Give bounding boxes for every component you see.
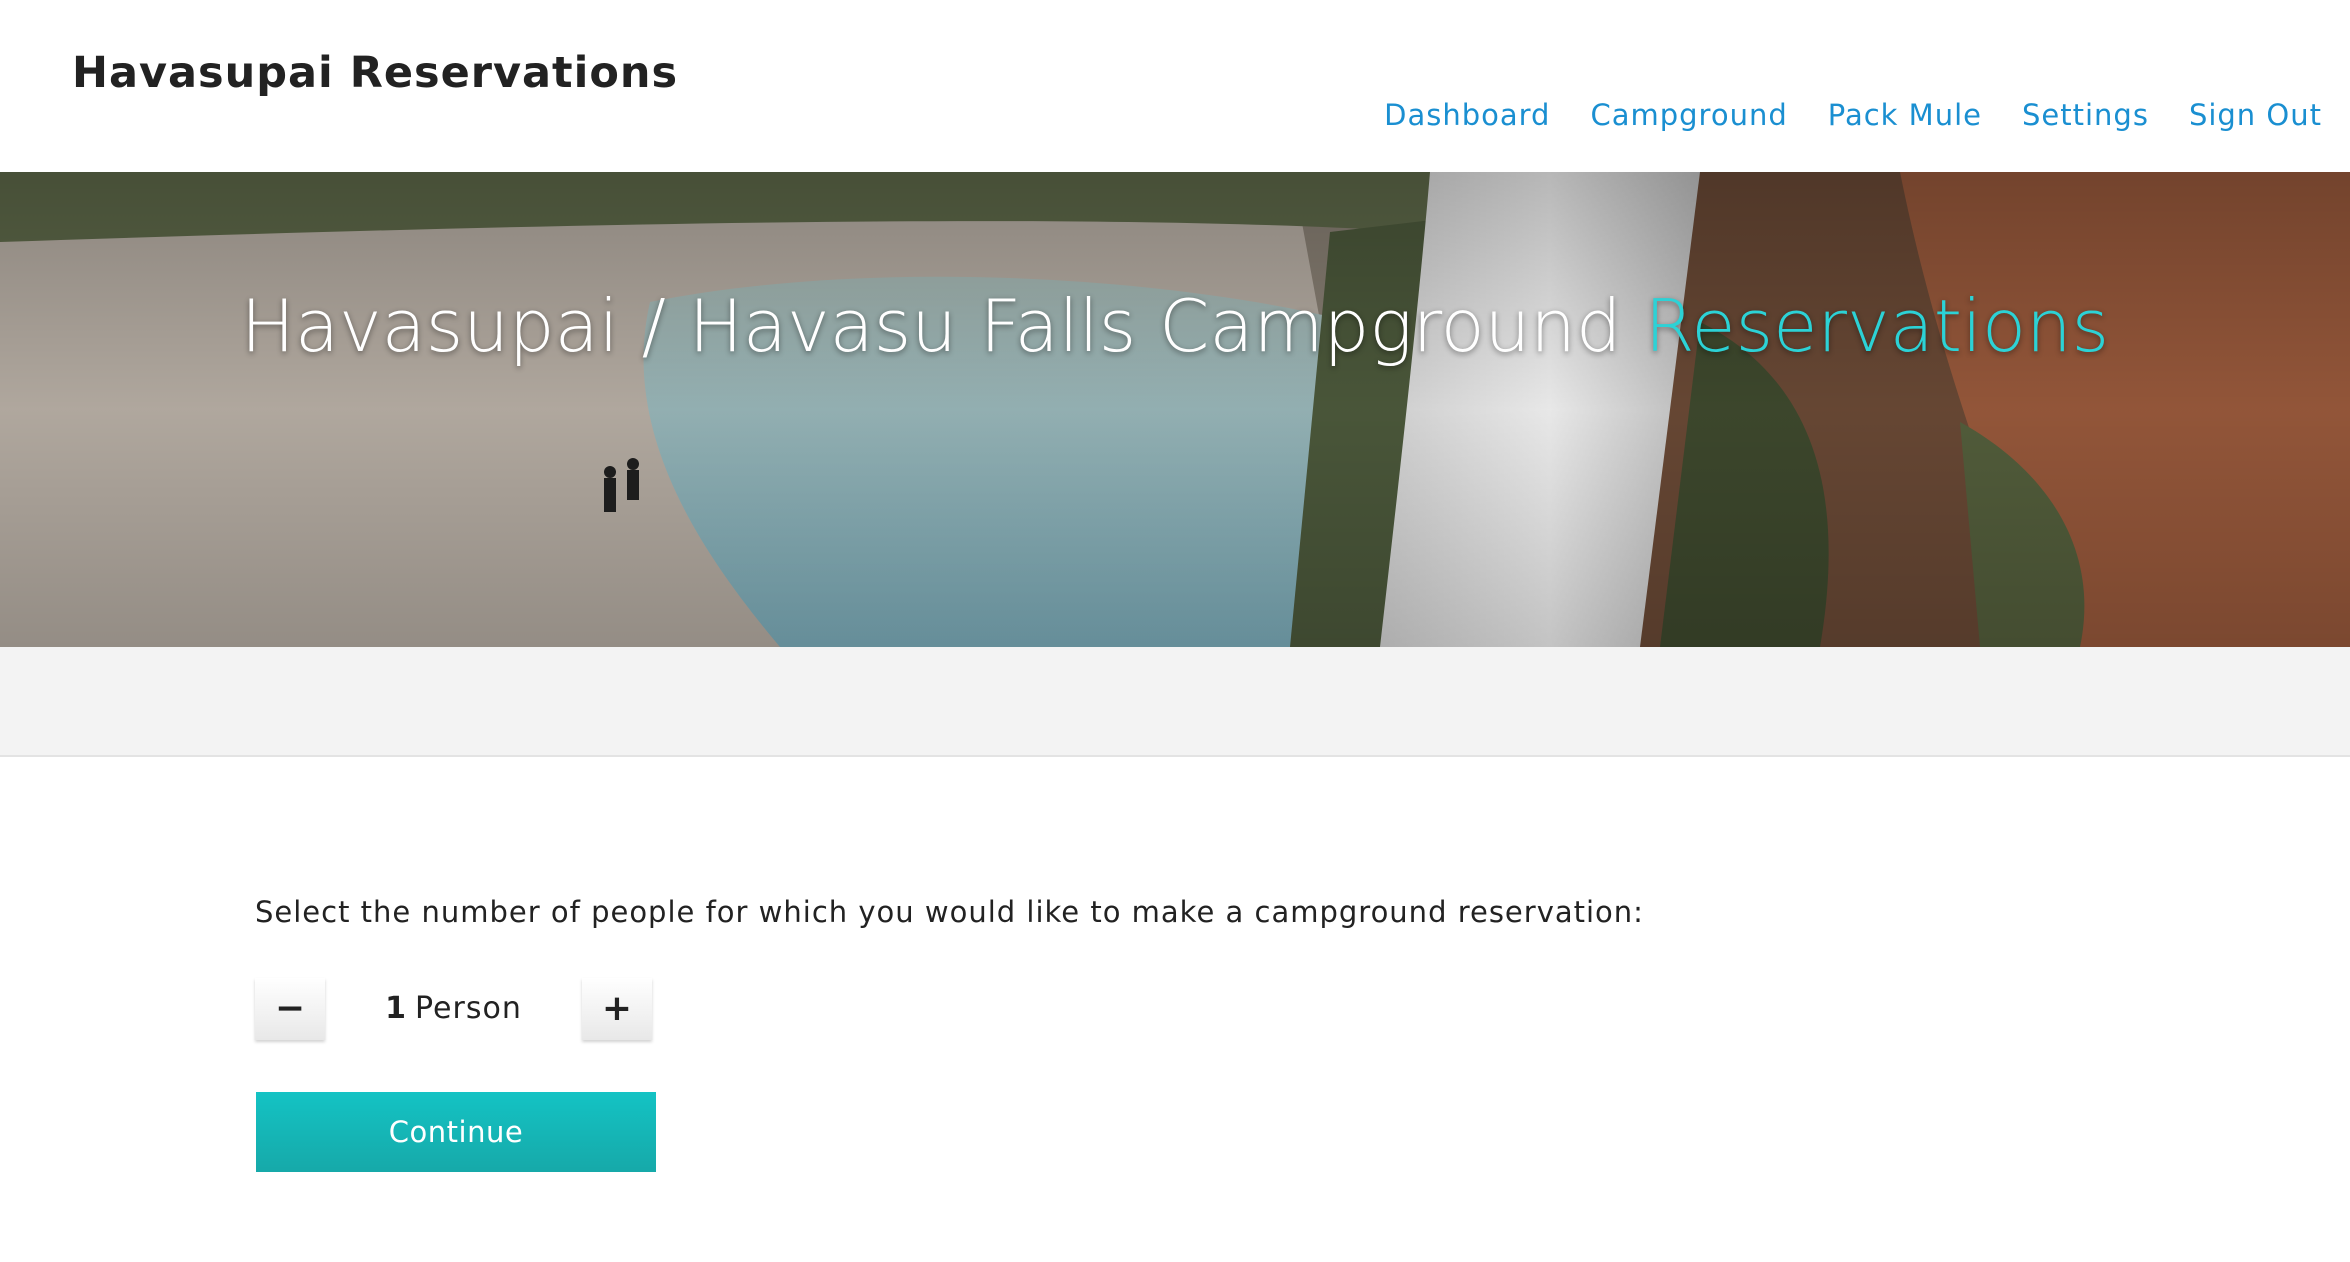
people-count-stepper: − 1 Person + [255, 978, 655, 1040]
hero-banner: Havasupai / Havasu Falls Campground Rese… [0, 172, 2350, 647]
reservation-form: Select the number of people for which yo… [255, 895, 1644, 1172]
nav-settings[interactable]: Settings [2022, 98, 2149, 132]
people-count-prompt: Select the number of people for which yo… [255, 895, 1644, 929]
hero-waterfall-image [0, 172, 2350, 647]
increment-people-button[interactable]: + [582, 978, 652, 1040]
plus-icon: + [601, 988, 633, 1029]
continue-button[interactable]: Continue [256, 1092, 656, 1172]
brand-title[interactable]: Havasupai Reservations [72, 48, 678, 98]
decrement-people-button[interactable]: − [255, 978, 325, 1040]
gray-band-divider [0, 647, 2350, 757]
site-header: Havasupai Reservations Dashboard Campgro… [0, 0, 2350, 172]
people-count-unit: Person [415, 991, 522, 1026]
people-count-value: 1 [385, 991, 408, 1026]
nav-pack-mule[interactable]: Pack Mule [1828, 98, 1982, 132]
hero-title: Havasupai / Havasu Falls Campground Rese… [0, 284, 2350, 368]
minus-icon: − [274, 988, 306, 1029]
main-nav: Dashboard Campground Pack Mule Settings … [1384, 98, 2322, 132]
nav-campground[interactable]: Campground [1590, 98, 1787, 132]
hero-title-main: Havasupai / Havasu Falls Campground [240, 284, 1645, 368]
people-count-display: 1 Person [325, 978, 582, 1040]
nav-sign-out[interactable]: Sign Out [2189, 98, 2322, 132]
hero-title-accent: Reservations [1644, 284, 2110, 368]
nav-dashboard[interactable]: Dashboard [1384, 98, 1550, 132]
